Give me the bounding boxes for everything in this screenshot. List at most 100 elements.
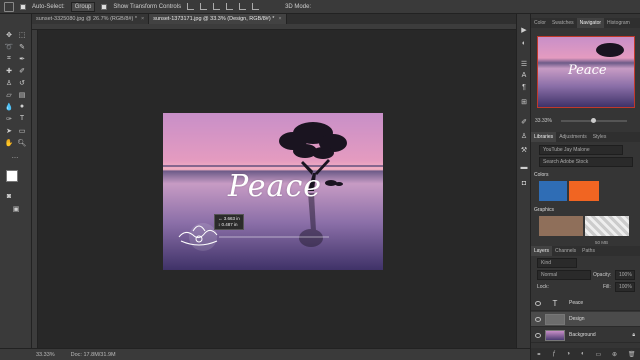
glyph-icon[interactable]: ⊞ [519,98,529,107]
new-layer-icon[interactable]: ⊕ [612,351,617,358]
layer-name: Design [569,316,585,322]
navigator-preview[interactable]: Peace [537,36,635,108]
align-left-icon[interactable] [226,3,234,10]
blur-tool-icon[interactable]: 💧 [4,102,14,111]
lasso-tool-icon[interactable]: ➰ [4,42,14,51]
eye-icon[interactable] [535,316,541,322]
align-top-icon[interactable] [187,3,195,10]
zoom-slider-handle[interactable] [591,118,596,123]
timeline-icon[interactable]: ▬ [519,164,529,173]
transform-measure-tooltip: ↔ 3.663 in ↕ 0.487 in [214,214,244,230]
document-tab[interactable]: sunset-3325080.jpg @ 26.7% (RGB/8#) * × [32,14,150,24]
tab-libraries[interactable]: Libraries [531,132,557,142]
auto-select-checkbox[interactable] [20,3,26,10]
auto-select-dropdown[interactable]: Group [70,1,96,12]
healing-brush-icon[interactable]: ✚ [4,66,14,75]
screen-mode-icon[interactable]: ▣ [11,204,21,213]
layers-tabs: Layers Channels Paths [531,246,640,256]
clone-source-icon[interactable]: ♙ [519,132,529,141]
layer-row-peace[interactable]: T Peace [531,296,640,311]
pen-tool-icon[interactable]: ✑ [4,114,14,123]
tab-histogram[interactable]: Histogram [604,18,633,28]
align-bottom-icon[interactable] [213,3,221,10]
layer-row-background[interactable]: Background 🔒︎ [531,328,640,343]
blend-mode-select[interactable]: Normal [537,270,591,280]
tab-styles[interactable]: Styles [590,132,610,142]
foreground-color-swatch[interactable] [6,170,18,182]
tab-paths[interactable]: Paths [579,246,598,256]
peace-text-layer[interactable]: Peace [225,169,325,204]
stock-search-input[interactable]: Search Adobe Stock [539,157,633,167]
colors-section-label[interactable]: Colors [534,172,548,178]
hand-tool-icon[interactable]: ✋ [4,138,14,147]
show-transform-checkbox[interactable] [101,3,108,10]
eraser-icon[interactable]: ▱ [4,90,14,99]
tab-color[interactable]: Color [531,18,549,28]
close-icon[interactable]: × [141,16,144,22]
paragraph-icon[interactable]: ¶ [519,84,529,93]
tab-swatches[interactable]: Swatches [549,18,577,28]
library-graphic-logo[interactable] [585,216,629,236]
eye-icon[interactable] [535,332,541,338]
brush-tool-icon[interactable]: ✐ [17,66,27,75]
mask-icon[interactable]: ◑ [567,351,571,357]
type-tool-icon[interactable]: T [17,114,27,123]
properties-icon[interactable]: ☰ [519,60,529,69]
quick-select-icon[interactable]: ✎ [17,42,27,51]
navigator-zoom[interactable]: 33.33% [535,118,552,124]
history-brush-icon[interactable]: ↺ [17,78,27,87]
layer-row-design[interactable]: Design [531,312,640,327]
tab-layers[interactable]: Layers [531,246,553,256]
document-tabs: sunset-3325080.jpg @ 26.7% (RGB/8#) * × … [32,14,530,24]
opacity-input[interactable]: 100% [615,270,635,280]
close-icon[interactable]: × [278,16,281,22]
align-center-icon[interactable] [239,3,247,10]
gradient-tool-icon[interactable]: ▤ [17,90,27,99]
eye-icon[interactable] [535,300,541,306]
zoom-readout[interactable]: 33.33% [36,352,55,358]
adjustment-layer-icon[interactable]: ◐ [581,351,585,357]
library-color-orange[interactable] [569,181,599,201]
eyedropper-icon[interactable]: ✒ [17,54,27,63]
camera-icon[interactable]: ◘ [519,180,529,189]
shape-tool-icon[interactable]: ▭ [17,126,27,135]
library-select[interactable]: YouTube Jay Malone [539,145,623,155]
link-icon[interactable]: ⚭ [536,351,541,358]
zoom-tool-icon[interactable]: 🔍︎ [17,138,27,147]
document-canvas[interactable]: Peace ↔ 3.663 in ↕ 0.487 in [163,113,383,270]
fill-input[interactable]: 100% [615,282,635,292]
tab-label: sunset-3325080.jpg @ 26.7% (RGB/8#) * [36,16,137,22]
library-graphic-photo[interactable] [539,216,583,236]
right-panel: Color Swatches Navigator Histogram Peace… [530,14,640,360]
folder-icon[interactable]: ▭ [595,351,601,358]
document-tab-active[interactable]: sunset-1373171.jpg @ 33.3% (Design, RGB/… [149,14,287,24]
tab-navigator[interactable]: Navigator [576,18,605,28]
move-tool-icon[interactable] [4,1,14,12]
clone-stamp-icon[interactable]: ♙ [4,78,14,87]
align-right-icon[interactable] [252,3,260,10]
quick-mask-icon[interactable]: ◙ [4,192,14,201]
panel-icon-strip: ▶ ◐ ☰ A ¶ ⊞ ✐ ♙ ⚒ ▬ ◘ [516,14,530,348]
play-icon[interactable]: ▶ [519,26,529,35]
more-tools-icon[interactable]: … [10,152,20,161]
marquee-tool-icon[interactable]: ⬚ [17,30,27,39]
tab-adjustments[interactable]: Adjustments [556,132,590,142]
trash-icon[interactable]: 🗑︎ [628,351,636,358]
crop-tool-icon[interactable]: ⌗ [4,54,14,63]
library-size: 50 MB [595,240,609,245]
adjust-icon[interactable]: ◐ [519,40,529,49]
move-tool-icon[interactable]: ✥ [4,30,14,39]
tab-channels[interactable]: Channels [552,246,579,256]
fx-icon[interactable]: ƒ [552,351,555,357]
path-select-icon[interactable]: ➤ [4,126,14,135]
brush-settings-icon[interactable]: ✐ [519,118,529,127]
align-middle-icon[interactable] [200,3,208,10]
character-icon[interactable]: A [519,72,529,81]
graphics-section-label[interactable]: Graphics [534,207,554,213]
library-color-blue[interactable] [539,181,567,201]
doc-size-readout: Doc: 17.8M/31.9M [70,351,116,358]
dodge-tool-icon[interactable]: ● [17,102,27,111]
layer-kind-filter[interactable]: Kind [537,258,577,268]
tool-presets-icon[interactable]: ⚒ [519,146,529,155]
zoom-slider[interactable] [561,118,627,123]
